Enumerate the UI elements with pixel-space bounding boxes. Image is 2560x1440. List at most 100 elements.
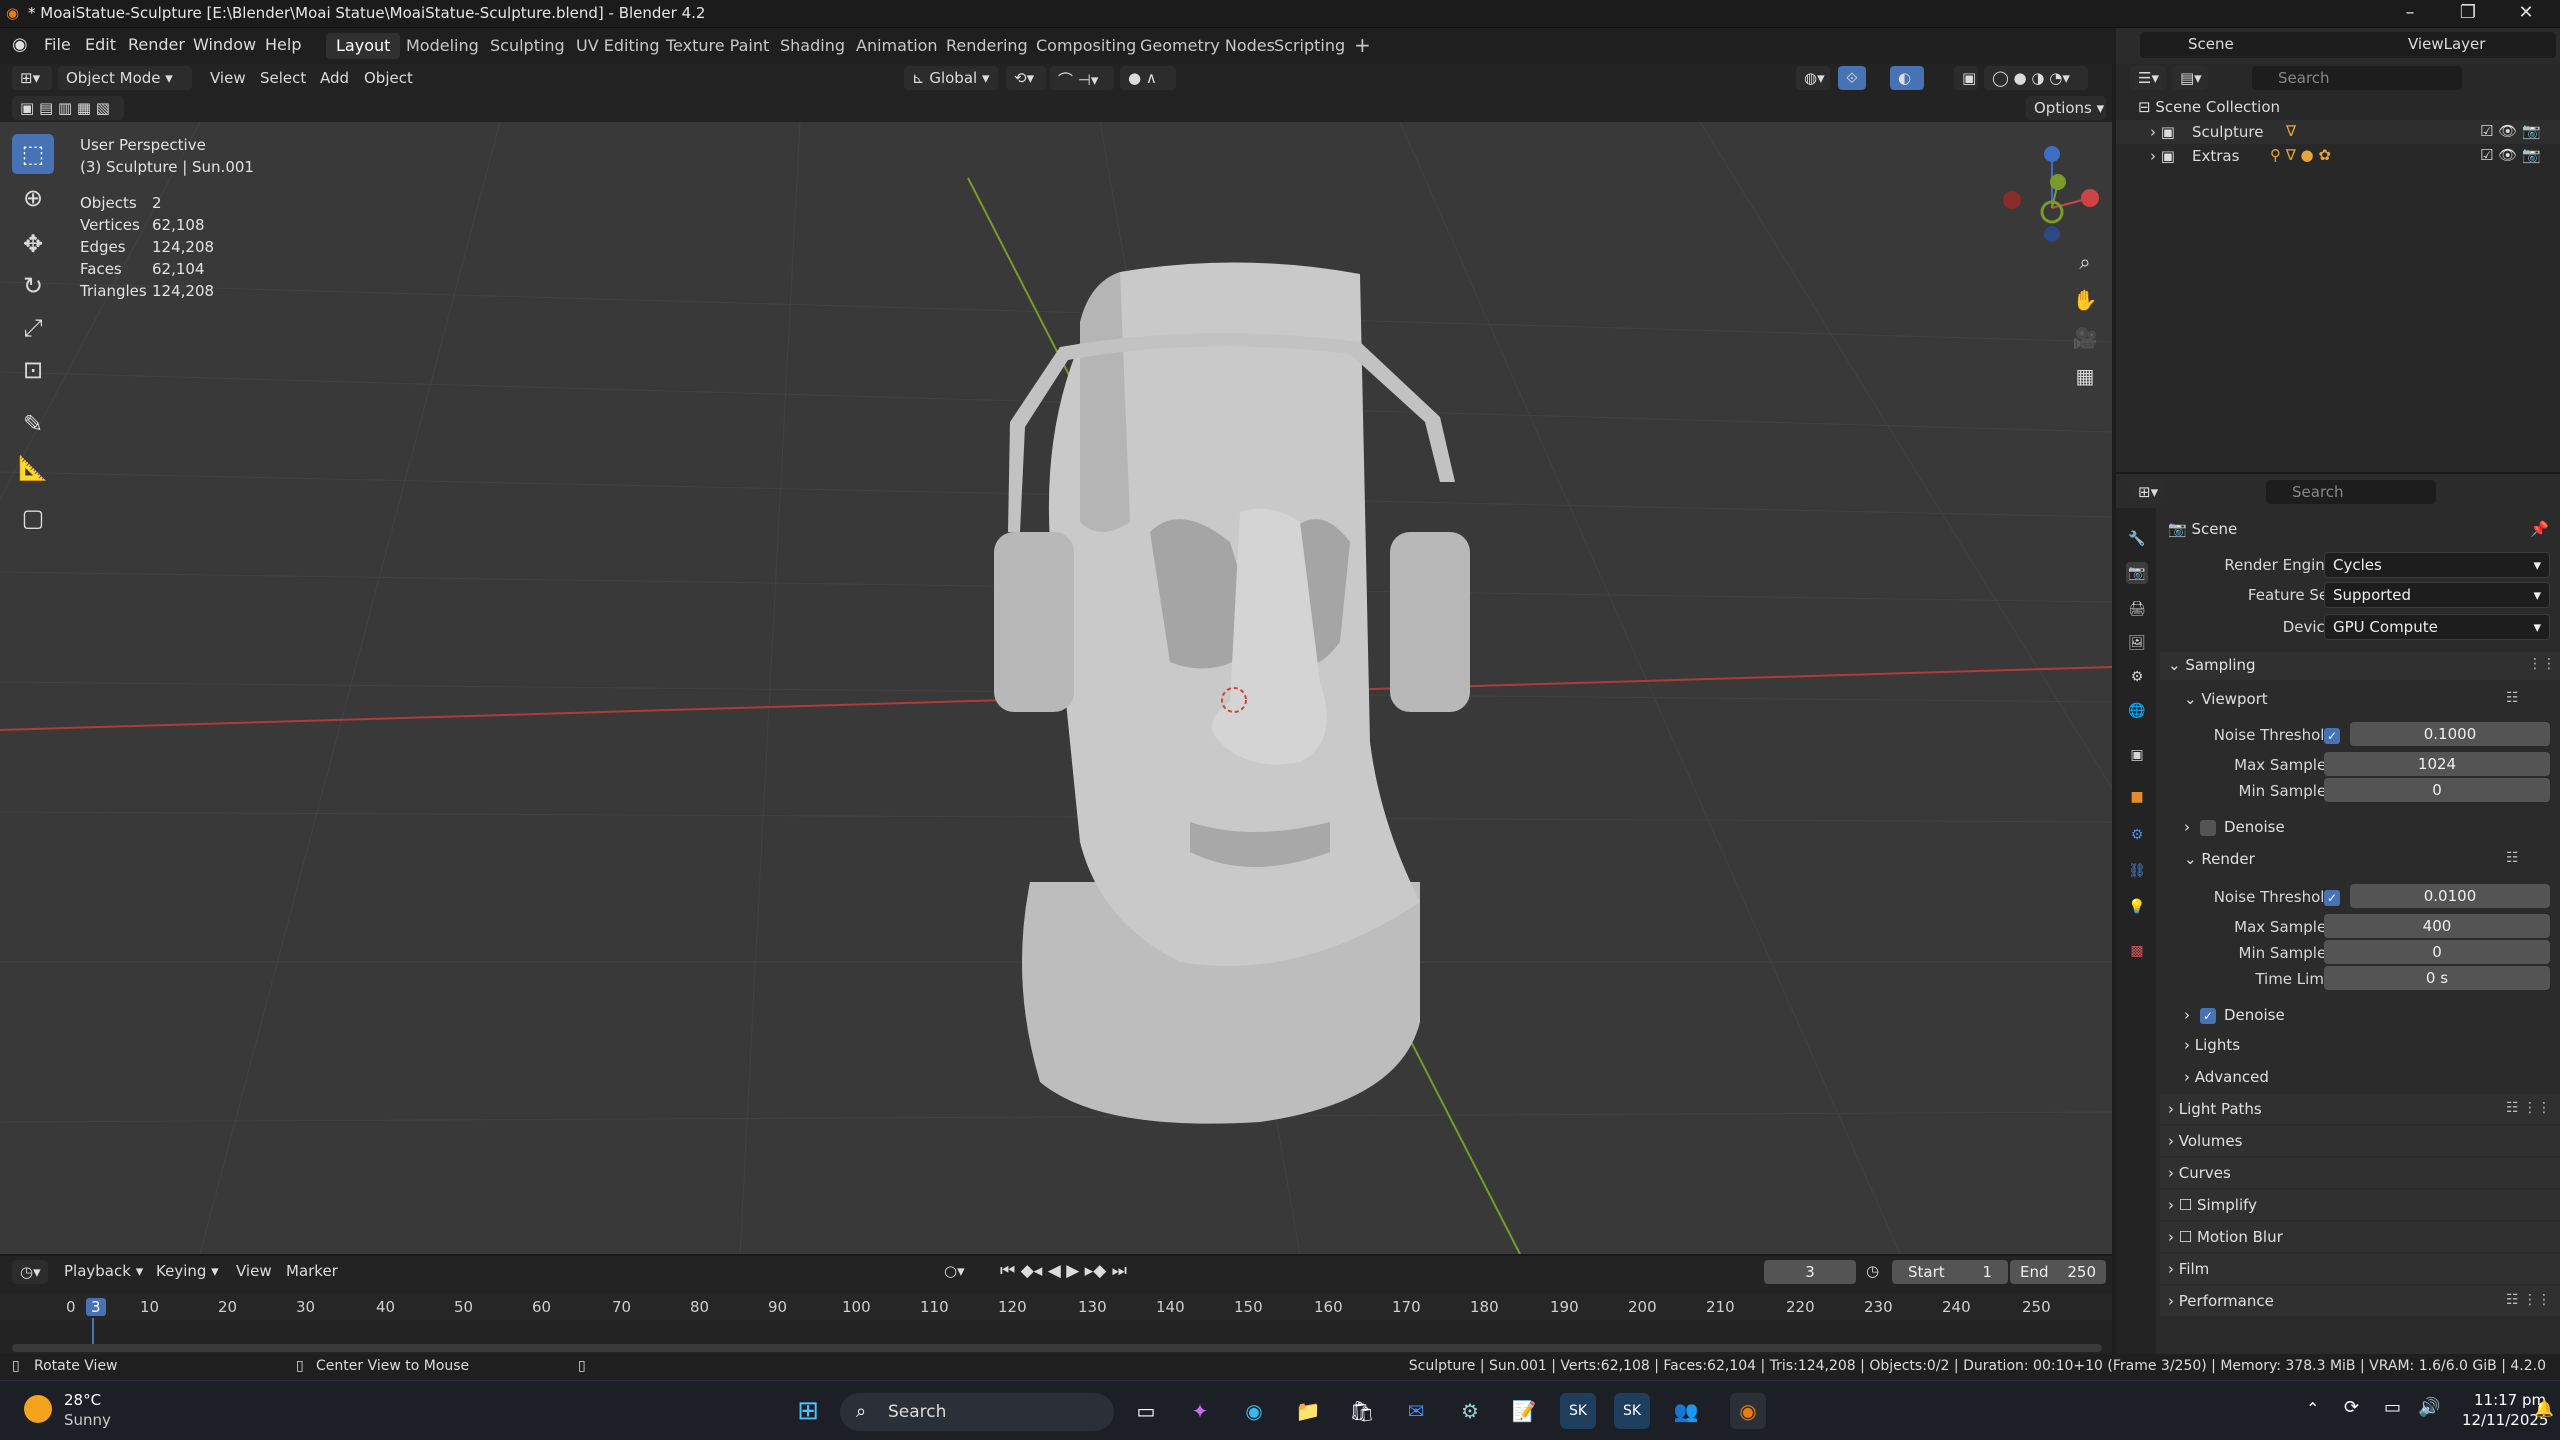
pin-icon[interactable]: 📌 xyxy=(2530,520,2549,538)
feature-set-dropdown[interactable]: Supported ▾ xyxy=(2324,582,2550,608)
end-frame-field[interactable]: End 250 xyxy=(2010,1260,2106,1284)
tab-geometry-nodes[interactable]: Geometry Nodes xyxy=(1130,33,1285,59)
view-layer-tab-icon[interactable]: 🖼 xyxy=(2126,632,2148,654)
select-box-tool-icon[interactable]: ⬚ xyxy=(12,134,54,174)
add-cube-tool-icon[interactable]: ▢ xyxy=(12,498,54,538)
curves-panel[interactable]: › Curves xyxy=(2160,1158,2560,1188)
menu-render[interactable]: Render xyxy=(128,35,185,54)
network-icon[interactable]: ▭ xyxy=(2384,1397,2401,1418)
timeline-menu-view[interactable]: View xyxy=(236,1262,272,1280)
outlook-icon[interactable]: ✉ xyxy=(1398,1393,1434,1429)
tab-sculpting[interactable]: Sculpting xyxy=(480,33,575,59)
tab-animation[interactable]: Animation xyxy=(846,33,948,59)
r-max-samples-field[interactable]: 400 xyxy=(2324,914,2550,938)
proportional-edit-icon[interactable]: ● ∧ xyxy=(1120,66,1176,90)
tab-modeling[interactable]: Modeling xyxy=(396,33,489,59)
device-dropdown[interactable]: GPU Compute ▾ xyxy=(2324,614,2550,640)
moai-sculpture[interactable] xyxy=(994,262,1470,1124)
light-paths-panel[interactable]: › Light Paths ☷ ⋮⋮ xyxy=(2160,1094,2560,1124)
scene-tab-icon[interactable]: ⚙ xyxy=(2126,666,2148,688)
volume-icon[interactable]: 🔊 xyxy=(2418,1397,2440,1418)
navigation-gizmo[interactable] xyxy=(1996,134,2106,244)
restore-icon[interactable]: ❐ xyxy=(2448,2,2488,26)
presets-icon[interactable]: ☷ ⋮⋮ xyxy=(2506,1292,2551,1308)
editor-type-icon[interactable]: ⊞▾ xyxy=(12,66,52,90)
timeline-menu-playback[interactable]: Playback ▾ xyxy=(64,1262,143,1280)
transform-orientation-dropdown[interactable]: ⊾ Global ▾ xyxy=(904,66,998,90)
menu-help[interactable]: Help xyxy=(265,35,301,54)
vp-menu-add[interactable]: Add xyxy=(320,69,349,87)
outliner-search-input[interactable]: Search xyxy=(2252,66,2462,90)
tab-compositing[interactable]: Compositing xyxy=(1026,33,1146,59)
tab-layout[interactable]: Layout xyxy=(326,33,401,59)
viewport-subpanel[interactable]: ⌄ Viewport xyxy=(2184,690,2268,708)
advanced-subpanel[interactable]: › Advanced xyxy=(2184,1068,2269,1086)
menu-edit[interactable]: Edit xyxy=(85,35,116,54)
measure-tool-icon[interactable]: 📐 xyxy=(12,448,54,488)
timeline-editor-icon[interactable]: ◷▾ xyxy=(12,1260,48,1284)
cursor-tool-icon[interactable]: ⊕ xyxy=(12,178,54,218)
grid-view-icon[interactable]: ▦ xyxy=(2064,356,2106,396)
options-button[interactable]: Options ▾ xyxy=(2026,96,2106,120)
minimize-icon[interactable]: – xyxy=(2390,2,2430,26)
close-icon[interactable]: ✕ xyxy=(2506,2,2546,26)
data-tab-icon[interactable]: 💡 xyxy=(2126,896,2148,918)
mode-dropdown[interactable]: Object Mode ▾ xyxy=(58,66,192,90)
vp-menu-view[interactable]: View xyxy=(210,69,246,87)
selection-mode-icons[interactable]: ▣ ▤ ▥ ▦ ▧ xyxy=(12,96,124,120)
r-denoise-subpanel[interactable]: › xyxy=(2184,1006,2190,1024)
shading-modes[interactable]: ◯ ● ◑ ◔▾ xyxy=(1984,66,2088,90)
notepad-icon[interactable]: 📝 xyxy=(1506,1393,1542,1429)
tab-scripting[interactable]: Scripting xyxy=(1264,33,1355,59)
move-tool-icon[interactable]: ✥ xyxy=(12,224,54,264)
render-tab-icon[interactable]: 📷 xyxy=(2126,562,2148,584)
menu-file[interactable]: File xyxy=(44,35,71,54)
task-view-icon[interactable]: ▭ xyxy=(1128,1393,1164,1429)
edge-browser-icon[interactable]: ◉ xyxy=(1236,1393,1272,1429)
r-noise-checkbox[interactable]: ✓ xyxy=(2324,890,2340,906)
3d-viewport[interactable]: ⬚ ⊕ ✥ ↻ ⤢ ⊡ ✎ 📐 ▢ User Perspective (3) S… xyxy=(0,122,2112,1254)
snap-icon[interactable]: ⌒ ⊣▾ xyxy=(1050,66,1114,90)
tab-texture-paint[interactable]: Texture Paint xyxy=(656,33,779,59)
add-workspace-icon[interactable]: + xyxy=(1344,30,1381,57)
render-engine-dropdown[interactable]: Cycles ▾ xyxy=(2324,552,2550,578)
current-frame-field[interactable]: 3 xyxy=(1764,1260,1856,1284)
steam-icon[interactable]: ⚙ xyxy=(1452,1393,1488,1429)
taskbar-search[interactable]: ⌕ Search xyxy=(840,1393,1114,1431)
playback-controls[interactable]: ⏮ ◆◂ ◀ ▶ ▸◆ ⏭ xyxy=(1000,1261,1127,1281)
vp-max-samples-field[interactable]: 1024 xyxy=(2324,752,2550,776)
zoom-icon[interactable]: ⌕ xyxy=(2064,242,2106,282)
timeline-scrollbar[interactable] xyxy=(12,1344,2102,1352)
xray-icon[interactable]: ▣ xyxy=(1954,66,1978,90)
start-menu-icon[interactable]: ⊞ xyxy=(790,1393,826,1429)
blender-taskbar-icon[interactable]: ◉ xyxy=(1730,1393,1766,1429)
output-tab-icon[interactable]: 🖨 xyxy=(2126,598,2148,620)
properties-editor-icon[interactable]: ⊞▾ xyxy=(2130,480,2166,504)
vp-noise-checkbox[interactable]: ✓ xyxy=(2324,728,2340,744)
render-subpanel[interactable]: ⌄ Render xyxy=(2184,850,2255,868)
teams-icon[interactable]: 👥 xyxy=(1668,1393,1704,1429)
r-denoise-checkbox[interactable]: ✓ xyxy=(2200,1008,2216,1024)
blender-menu-icon[interactable]: ◉ xyxy=(12,34,28,55)
scale-tool-icon[interactable]: ⤢ xyxy=(12,308,54,348)
transform-tool-icon[interactable]: ⊡ xyxy=(12,350,54,390)
timeline-menu-keying[interactable]: Keying ▾ xyxy=(156,1262,219,1280)
notifications-icon[interactable]: 🔔 xyxy=(2534,1399,2554,1418)
sync-icon[interactable]: ⟳ xyxy=(2344,1397,2359,1418)
sampling-panel-header[interactable]: ⌄ Sampling ⋮⋮ xyxy=(2160,652,2560,680)
rotate-tool-icon[interactable]: ↻ xyxy=(12,266,54,306)
simplify-panel[interactable]: › ☐ Simplify xyxy=(2160,1190,2560,1220)
vp-menu-object[interactable]: Object xyxy=(364,69,413,87)
vp-denoise-checkbox[interactable] xyxy=(2200,820,2216,836)
time-limit-field[interactable]: 0 s xyxy=(2324,966,2550,990)
volumes-panel[interactable]: › Volumes xyxy=(2160,1126,2560,1156)
world-tab-icon[interactable]: 🌐 xyxy=(2126,700,2148,722)
constraint-tab-icon[interactable]: ⛓ xyxy=(2126,860,2148,882)
view-layer-selector[interactable]: ViewLayer xyxy=(2364,32,2556,58)
playhead-frame[interactable]: 3 xyxy=(86,1298,106,1316)
start-frame-field[interactable]: Start 1 xyxy=(1892,1260,2008,1284)
auto-key-icon[interactable]: ○▾ xyxy=(944,1262,965,1280)
outliner-editor-icon[interactable]: ☰▾ xyxy=(2130,66,2166,90)
visibility-icon[interactable]: ◍▾ xyxy=(1796,66,1830,90)
object-tab-icon[interactable]: ■ xyxy=(2126,786,2148,808)
